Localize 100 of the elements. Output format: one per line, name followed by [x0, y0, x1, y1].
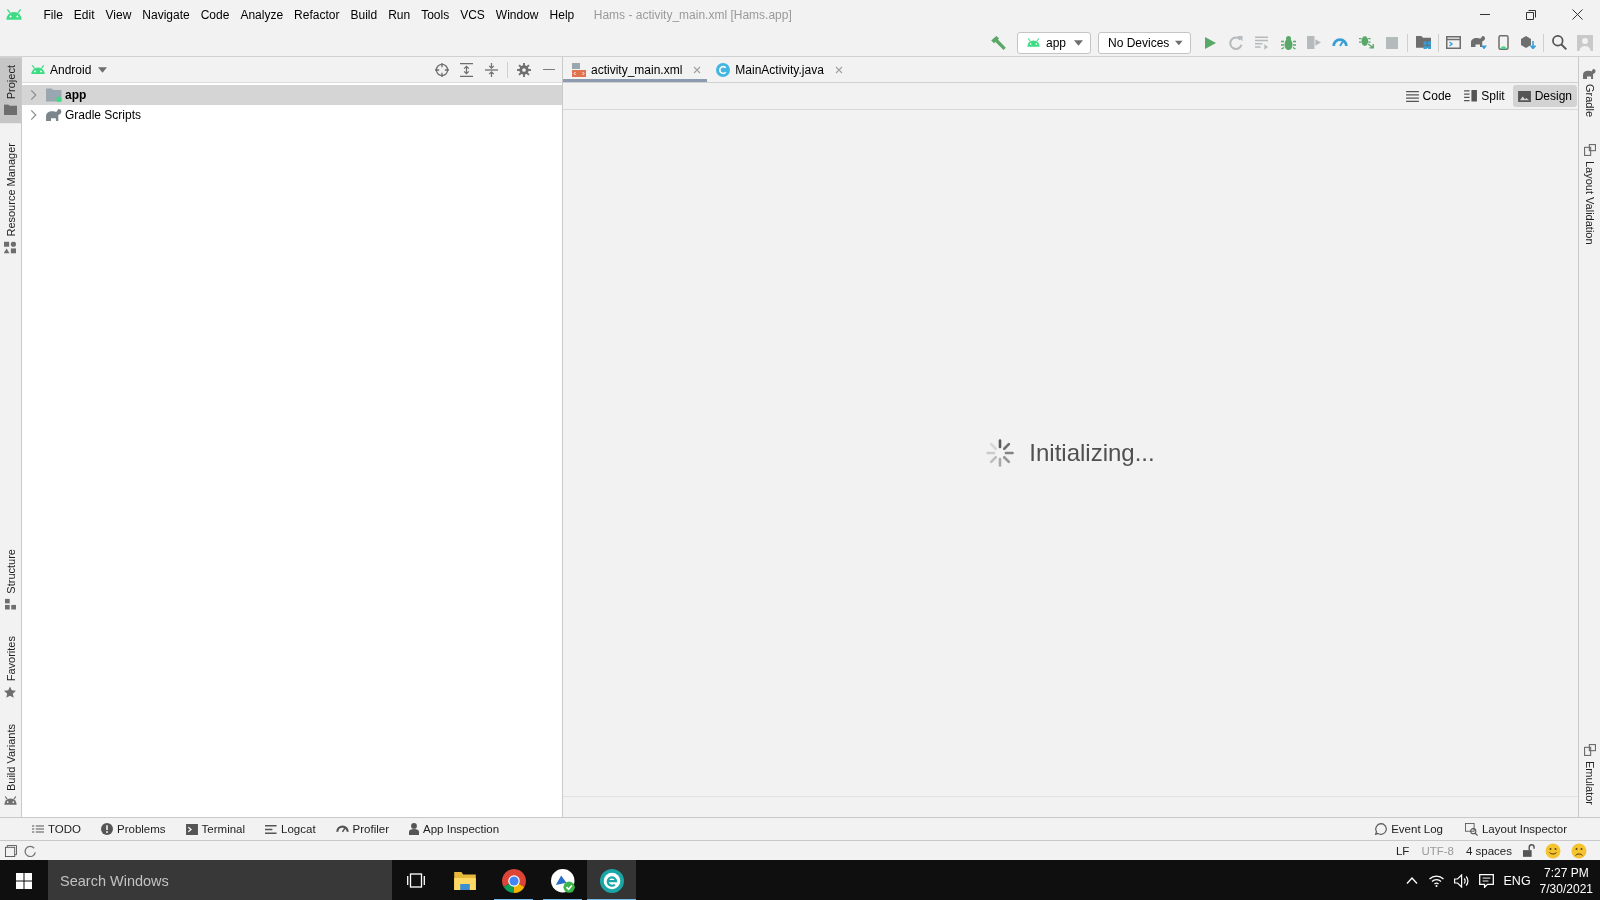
menu-item[interactable]: Window	[490, 4, 545, 25]
package-arrow-icon[interactable]	[1521, 36, 1536, 49]
tool-window-button[interactable]: TODO	[27, 821, 86, 837]
menu-item[interactable]: VCS	[454, 4, 491, 25]
elephant-icon	[1583, 69, 1596, 79]
hammer-icon[interactable]	[990, 35, 1006, 50]
run-config-dropdown[interactable]: app	[1017, 31, 1091, 54]
tool-window-tab[interactable]: Favorites	[0, 627, 21, 706]
gauge-icon[interactable]	[1332, 38, 1348, 47]
search-icon[interactable]	[1551, 35, 1567, 50]
tool-window-button[interactable]: App Inspection	[404, 821, 505, 837]
view-mode-tab[interactable]: Design	[1512, 85, 1577, 107]
caret-icon	[1175, 39, 1183, 46]
tool-window-tab[interactable]: Gradle	[1579, 61, 1600, 126]
menu-item[interactable]: Code	[195, 4, 235, 25]
view-mode-tab[interactable]: Code	[1400, 85, 1457, 107]
tool-window-tab[interactable]: Emulator	[1579, 735, 1600, 813]
caret-icon	[98, 66, 108, 73]
speech-bubble-icon	[1375, 823, 1388, 835]
restore-icon[interactable]	[1526, 9, 1536, 20]
tool-window-button[interactable]: Problems	[96, 821, 171, 837]
tool-window-tab[interactable]: Structure	[0, 541, 21, 618]
menu-item[interactable]: Tools	[415, 4, 455, 25]
tool-window-button[interactable]: Logcat	[260, 821, 321, 837]
clock-date: 7/30/2021	[1539, 880, 1593, 897]
volume-icon[interactable]	[1454, 873, 1469, 888]
tree-item[interactable]: Gradle Scripts	[22, 105, 562, 125]
collapse-all-icon[interactable]	[485, 62, 498, 77]
lines-icon	[1405, 90, 1419, 102]
view-dropdown[interactable]: Android	[28, 60, 111, 79]
list-icon	[32, 825, 44, 833]
clock-time: 7:27 PM	[1543, 864, 1589, 881]
crosshair-icon[interactable]	[434, 62, 449, 77]
menu-item[interactable]: Run	[382, 4, 416, 25]
lock-icon[interactable]	[1523, 844, 1535, 857]
window-prompt-icon[interactable]	[1446, 36, 1461, 49]
editor-tab[interactable]: activity_main.xml	[563, 57, 708, 82]
settings-icon[interactable]	[516, 62, 531, 77]
android-icon	[31, 64, 45, 75]
tool-window-tab[interactable]: Build Variants	[0, 715, 21, 813]
windows-logo-icon[interactable]	[16, 872, 32, 889]
menu-item[interactable]: Analyze	[234, 4, 289, 25]
tool-window-tab[interactable]: Resource Manager	[0, 135, 21, 262]
network-icon[interactable]	[1429, 874, 1444, 887]
smiley-icon[interactable]	[1545, 842, 1561, 859]
menu-item[interactable]: Navigate	[136, 4, 196, 25]
menu-item[interactable]: View	[100, 4, 137, 25]
taskbar-button[interactable]	[587, 860, 636, 900]
expand-all-icon[interactable]	[460, 62, 473, 77]
status-item[interactable]: LF	[1390, 843, 1415, 858]
bug-arrow-icon[interactable]	[1358, 36, 1374, 49]
close-icon[interactable]	[1571, 9, 1583, 20]
tree-item[interactable]: app	[22, 85, 562, 105]
menu-item[interactable]: Help	[544, 4, 580, 25]
elephant-arrow-icon[interactable]	[1470, 35, 1487, 50]
devices-icon	[1583, 144, 1596, 157]
folder-grid-icon[interactable]	[1415, 36, 1431, 49]
tool-window-button[interactable]: Profiler	[330, 821, 395, 837]
menu-item[interactable]: Edit	[68, 4, 101, 25]
browser-icon	[501, 868, 526, 893]
task-view-icon[interactable]	[407, 873, 425, 888]
editor-tab[interactable]: MainActivity.java	[707, 57, 849, 82]
tool-window-button[interactable]: Layout Inspector	[1459, 820, 1572, 838]
device-dropdown[interactable]: No Devices	[1098, 31, 1191, 54]
tool-window-tab[interactable]: Layout Validation	[1579, 136, 1600, 253]
bug-icon[interactable]	[1280, 35, 1296, 50]
loading-message: Initializing...	[1029, 439, 1155, 467]
shapes-icon	[4, 241, 17, 254]
android-icon	[1027, 38, 1040, 47]
search-field[interactable]: Search Windows	[48, 860, 392, 900]
sad-face-icon[interactable]	[1571, 842, 1587, 859]
status-item[interactable]: 4 spaces	[1460, 843, 1517, 858]
person-icon	[409, 823, 420, 835]
chevron-up-icon[interactable]	[1405, 877, 1418, 884]
chevron-icon[interactable]	[30, 110, 37, 120]
devices-icon	[1583, 743, 1596, 756]
app-icon	[599, 868, 624, 893]
view-mode-tab[interactable]: Split	[1459, 85, 1510, 107]
language-indicator[interactable]: ENG	[1499, 873, 1535, 888]
phone-icon[interactable]	[1498, 35, 1509, 50]
layout-file-icon	[572, 62, 586, 77]
lines-icon	[265, 824, 278, 834]
spinner-icon	[986, 439, 1015, 467]
menu-item[interactable]: Refactor	[288, 4, 345, 25]
split-icon	[1464, 90, 1478, 102]
menu-item[interactable]: File	[38, 4, 69, 25]
terminal-icon	[185, 823, 198, 835]
minus-icon[interactable]	[542, 68, 555, 71]
progress-arc-icon	[24, 844, 36, 857]
blocks-icon	[5, 598, 16, 610]
tool-window-button[interactable]: Event Log	[1370, 820, 1448, 838]
tool-window-button[interactable]: Terminal	[180, 821, 251, 837]
panels-icon[interactable]	[5, 844, 17, 857]
image-icon	[1517, 90, 1531, 102]
menu-item[interactable]: Build	[344, 4, 383, 25]
notification-icon[interactable]	[1479, 873, 1494, 888]
elephant-icon	[46, 109, 62, 121]
android-logo-icon	[6, 9, 22, 20]
play-icon[interactable]	[1204, 36, 1216, 49]
tool-window-tab[interactable]: Project	[0, 57, 21, 124]
